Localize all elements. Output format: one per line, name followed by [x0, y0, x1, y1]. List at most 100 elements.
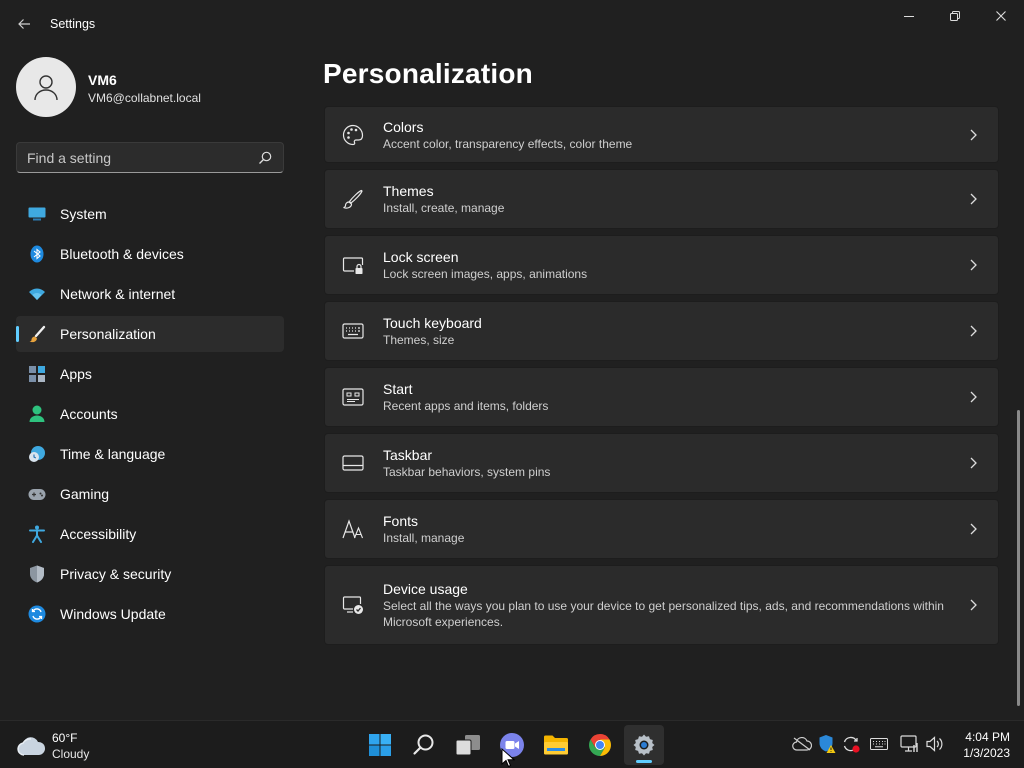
- card-device-usage[interactable]: Device usage Select all the ways you pla…: [324, 565, 999, 645]
- close-icon: [996, 11, 1006, 21]
- sidebar-item-accessibility[interactable]: Accessibility: [16, 516, 284, 552]
- card-themes[interactable]: Themes Install, create, manage: [324, 169, 999, 229]
- keyboard-icon: [341, 319, 365, 343]
- close-button[interactable]: [978, 0, 1024, 32]
- chevron-right-icon: [970, 129, 977, 140]
- device-usage-icon: [341, 593, 365, 617]
- keyboard-icon: [870, 738, 888, 750]
- network-icon: [900, 735, 918, 752]
- task-view-icon: [455, 735, 480, 756]
- arrow-left-icon: [18, 19, 30, 29]
- minimize-button[interactable]: [886, 0, 932, 32]
- chevron-right-icon: [970, 599, 977, 611]
- sidebar-item-label: Windows Update: [60, 606, 166, 622]
- restore-button[interactable]: [932, 0, 978, 32]
- card-text: Colors Accent color, transparency effect…: [383, 118, 963, 152]
- defender-warning-icon: [819, 735, 836, 753]
- settings-list: Colors Accent color, transparency effect…: [324, 106, 999, 651]
- sidebar-item-personalization[interactable]: Personalization: [16, 316, 284, 352]
- chevron-right-icon: [970, 259, 977, 271]
- minimize-icon: [904, 16, 914, 17]
- title-bar: Settings: [0, 0, 1024, 48]
- sidebar-item-accounts[interactable]: Accounts: [16, 396, 284, 432]
- search-box[interactable]: [16, 142, 284, 173]
- bluetooth-icon: [28, 245, 46, 263]
- taskbar-search-button[interactable]: [404, 725, 444, 765]
- sync-tray[interactable]: [841, 734, 861, 754]
- card-lock-screen[interactable]: Lock screen Lock screen images, apps, an…: [324, 235, 999, 295]
- card-description: Lock screen images, apps, animations: [383, 267, 588, 281]
- settings-app-button[interactable]: [624, 725, 664, 765]
- weather-condition: Cloudy: [52, 747, 90, 761]
- card-text: Device usage Select all the ways you pla…: [383, 580, 963, 630]
- volume-icon: [926, 736, 943, 752]
- file-explorer-button[interactable]: [536, 725, 576, 765]
- task-view-button[interactable]: [448, 725, 488, 765]
- palette-icon: [341, 123, 365, 147]
- card-title: Device usage: [383, 581, 468, 597]
- update-icon: [28, 605, 46, 623]
- sidebar-item-time-language[interactable]: Time & language: [16, 436, 284, 472]
- sidebar-item-label: Accounts: [60, 406, 118, 422]
- sidebar-item-label: Personalization: [60, 326, 156, 342]
- system-icon: [28, 205, 46, 223]
- card-title: Taskbar: [383, 447, 433, 463]
- accessibility-icon: [28, 525, 46, 543]
- avatar[interactable]: [16, 57, 76, 117]
- card-text: Lock screen Lock screen images, apps, an…: [383, 248, 963, 282]
- search-icon[interactable]: [257, 150, 273, 166]
- network-tray[interactable]: [900, 734, 920, 754]
- keyboard-tray[interactable]: [869, 734, 889, 754]
- chevron-right-icon: [970, 193, 977, 205]
- volume-tray[interactable]: [925, 734, 945, 754]
- fonts-icon: [341, 517, 365, 541]
- card-title: Touch keyboard: [383, 315, 482, 331]
- card-taskbar[interactable]: Taskbar Taskbar behaviors, system pins: [324, 433, 999, 493]
- chrome-button[interactable]: [580, 725, 620, 765]
- time-language-icon: [28, 445, 46, 463]
- card-start[interactable]: Start Recent apps and items, folders: [324, 367, 999, 427]
- sidebar-item-label: System: [60, 206, 107, 222]
- card-text: Touch keyboard Themes, size: [383, 314, 963, 348]
- card-fonts[interactable]: Fonts Install, manage: [324, 499, 999, 559]
- clock[interactable]: 4:04 PM 1/3/2023: [963, 729, 1010, 761]
- chrome-icon: [589, 734, 611, 756]
- card-touch-keyboard[interactable]: Touch keyboard Themes, size: [324, 301, 999, 361]
- card-description: Taskbar behaviors, system pins: [383, 465, 551, 479]
- sidebar-item-label: Privacy & security: [60, 566, 172, 582]
- back-button[interactable]: [12, 12, 36, 36]
- sidebar-item-gaming[interactable]: Gaming: [16, 476, 284, 512]
- weather-temperature: 60°F: [52, 731, 78, 745]
- card-description: Recent apps and items, folders: [383, 399, 549, 413]
- restore-icon: [950, 11, 960, 21]
- mouse-cursor-icon: [501, 748, 515, 768]
- sidebar-item-label: Time & language: [60, 446, 166, 462]
- sidebar-item-windows-update[interactable]: Windows Update: [16, 596, 284, 632]
- taskbar-icon: [341, 451, 365, 475]
- user-name: VM6: [88, 72, 117, 88]
- sidebar-item-apps[interactable]: Apps: [16, 356, 284, 392]
- card-description: Select all the ways you plan to use your…: [383, 599, 944, 629]
- cloudy-icon: [17, 737, 46, 756]
- defender-tray[interactable]: [817, 734, 837, 754]
- chevron-right-icon: [970, 325, 977, 337]
- sidebar-item-label: Apps: [60, 366, 92, 382]
- onedrive-tray[interactable]: [792, 734, 812, 754]
- start-button[interactable]: [360, 725, 400, 765]
- start-icon: [341, 385, 365, 409]
- sidebar-item-bluetooth[interactable]: Bluetooth & devices: [16, 236, 284, 272]
- content-scrollbar[interactable]: [1017, 410, 1020, 706]
- card-colors[interactable]: Colors Accent color, transparency effect…: [324, 106, 999, 163]
- sidebar-item-system[interactable]: System: [16, 196, 284, 232]
- card-title: Colors: [383, 118, 424, 135]
- sidebar-item-network[interactable]: Network & internet: [16, 276, 284, 312]
- person-icon: [34, 75, 58, 101]
- search-icon: [413, 734, 434, 755]
- sidebar-item-privacy-security[interactable]: Privacy & security: [16, 556, 284, 592]
- shield-icon: [28, 565, 46, 583]
- card-text: Start Recent apps and items, folders: [383, 380, 963, 414]
- card-text: Taskbar Taskbar behaviors, system pins: [383, 446, 963, 480]
- weather-widget[interactable]: 60°F Cloudy: [14, 730, 114, 762]
- sidebar-item-label: Gaming: [60, 486, 110, 502]
- search-input[interactable]: [17, 143, 247, 172]
